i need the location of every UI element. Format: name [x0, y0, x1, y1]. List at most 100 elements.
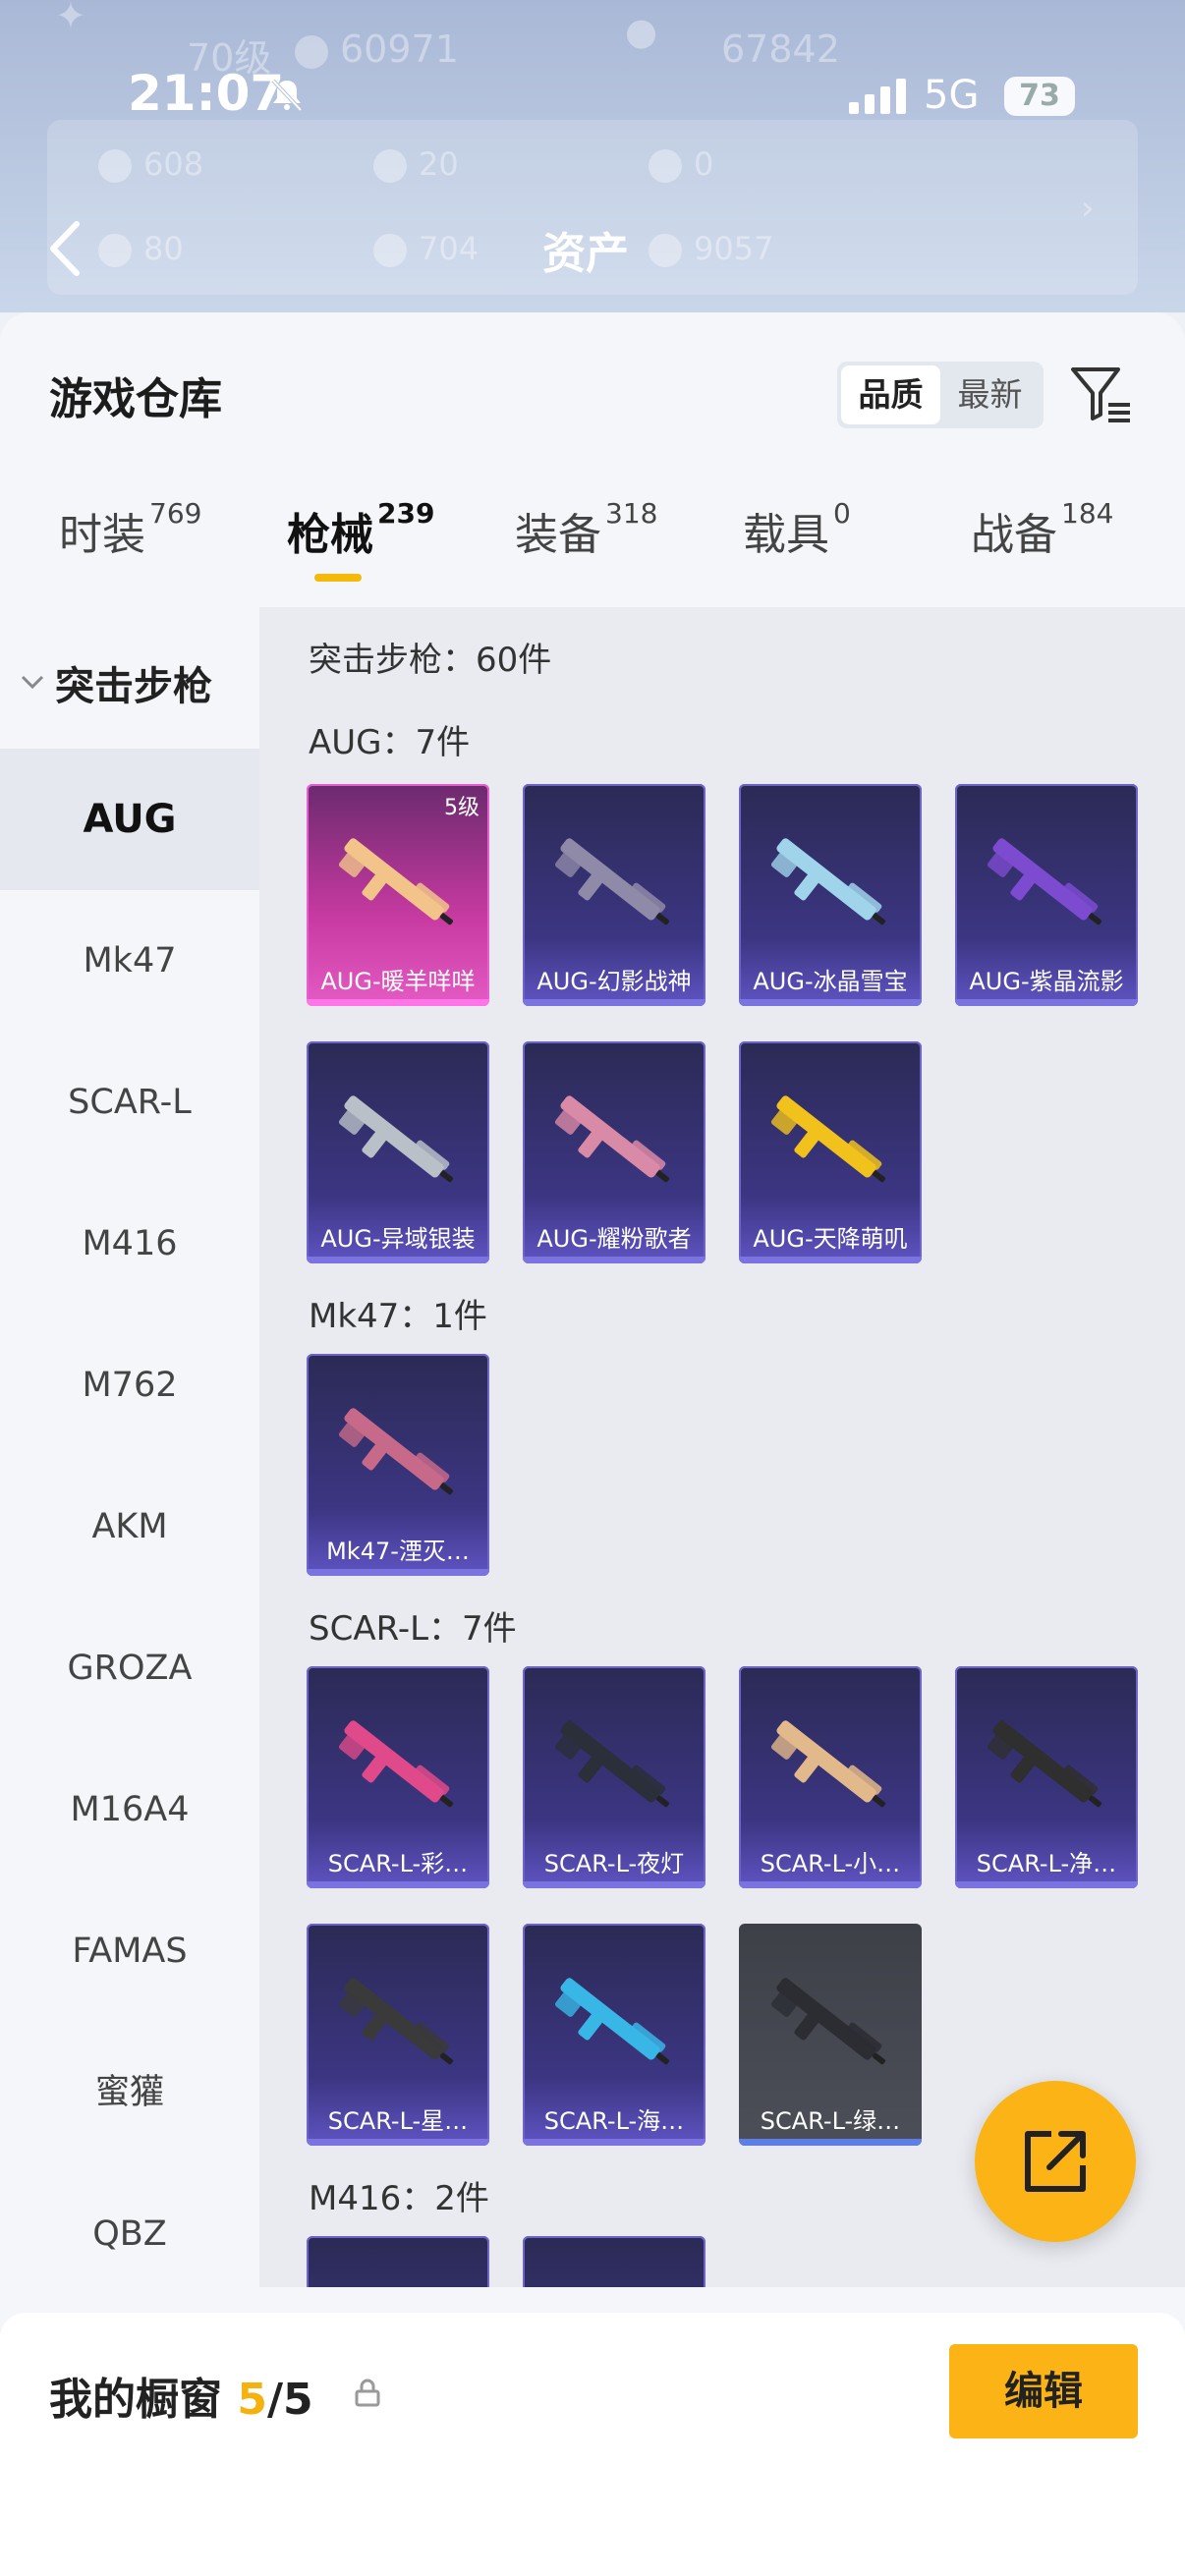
ghost-flame-icon: ● — [625, 10, 658, 53]
side-item[interactable]: 蜜獾 — [0, 2022, 259, 2163]
section-title: M416：2件 — [309, 2179, 489, 2218]
skin-name: SCAR-L-海… — [543, 2107, 685, 2135]
category-summary: 突击步枪：60件 — [309, 641, 552, 680]
skin-card[interactable] — [307, 2236, 489, 2287]
skin-card[interactable]: SCAR-L-海… — [523, 1924, 705, 2146]
side-item[interactable]: M762 — [0, 1315, 259, 1456]
sheet-title: 游戏仓库 — [49, 374, 222, 424]
skin-name: AUG-暖羊咩咩 — [320, 968, 476, 995]
side-item[interactable]: QBZ — [0, 2163, 259, 2305]
rifle-icon — [326, 2266, 470, 2287]
skin-card[interactable]: SCAR-L-绿… — [739, 1924, 922, 2146]
ghost-avatar-icon: ✦ — [55, 0, 86, 37]
skin-card[interactable]: SCAR-L-夜灯 — [523, 1666, 705, 1888]
chevron-down-icon — [21, 675, 44, 690]
section-title: AUG：7件 — [309, 723, 471, 762]
skin-name: AUG-冰晶雪宝 — [753, 968, 908, 995]
section-title: Mk47：1件 — [309, 1297, 487, 1336]
skin-card[interactable] — [523, 2236, 705, 2287]
skin-name: SCAR-L-绿… — [760, 2107, 901, 2135]
rifle-icon — [975, 1696, 1118, 1833]
skin-name: AUG-耀粉歌者 — [536, 1225, 692, 1253]
side-item[interactable]: M16A4 — [0, 1739, 259, 1880]
side-item[interactable]: FAMAS — [0, 1880, 259, 2022]
bell-muted-icon — [271, 79, 303, 112]
tab-vehicles[interactable]: 载具 0 — [743, 497, 851, 607]
skin-card[interactable]: SCAR-L-星… — [307, 1924, 489, 2146]
skin-name: AUG-异域银装 — [320, 1225, 476, 1253]
side-item[interactable]: AKM — [0, 1456, 259, 1597]
skin-name: SCAR-L-星… — [327, 2107, 469, 2135]
skin-name: SCAR-L-净… — [976, 1850, 1117, 1877]
showcase-label: 我的橱窗 5/5 — [49, 2375, 313, 2425]
tab-gear[interactable]: 战备 184 — [971, 497, 1113, 607]
page-title: 资产 — [542, 229, 629, 279]
rifle-icon — [542, 1696, 686, 1833]
ghost-stat: 0 — [649, 145, 713, 183]
tab-underline — [314, 574, 362, 582]
level-badge: 5级 — [444, 796, 480, 820]
filter-icon[interactable] — [1069, 362, 1134, 426]
category-label: 突击步枪 — [55, 664, 212, 709]
skin-card[interactable]: SCAR-L-净… — [955, 1666, 1138, 1888]
side-item[interactable]: M416 — [0, 1173, 259, 1315]
rifle-icon — [759, 1071, 902, 1208]
showcase-total: /5 — [266, 2375, 313, 2425]
status-time: 21:07 — [128, 65, 285, 122]
rifle-icon — [326, 813, 470, 951]
edit-button[interactable]: 编辑 — [949, 2344, 1138, 2438]
skin-card[interactable]: SCAR-L-彩… — [307, 1666, 489, 1888]
rifle-icon — [542, 2266, 686, 2287]
sort-quality-button[interactable]: 品质 — [841, 365, 940, 424]
side-item[interactable]: SCAR-L — [0, 1032, 259, 1173]
skin-name: AUG-天降萌叽 — [753, 1225, 908, 1253]
skin-card[interactable]: AUG-异域银装 — [307, 1041, 489, 1263]
skin-card[interactable]: SCAR-L-小… — [739, 1666, 922, 1888]
tab-guns[interactable]: 枪械 239 — [287, 497, 434, 607]
skin-name: SCAR-L-彩… — [327, 1850, 469, 1877]
ghost-stat: 608 — [98, 145, 203, 183]
lock-icon — [355, 2379, 380, 2407]
side-item[interactable]: AUG — [0, 749, 259, 890]
ghost-stat: 80 — [98, 230, 184, 267]
skin-card[interactable]: AUG-冰晶雪宝 — [739, 784, 922, 1006]
rifle-icon — [975, 813, 1118, 951]
network-type: 5G — [924, 73, 980, 118]
skin-card[interactable]: 5级 AUG-暖羊咩咩 — [307, 784, 489, 1006]
weapon-grid: 突击步枪：60件 AUG：7件 5级 AUG-暖羊咩咩 AUG-幻影战神 AUG-… — [259, 607, 1185, 2287]
rifle-icon — [542, 1953, 686, 2091]
ghost-chevron-icon: › — [1081, 189, 1095, 228]
rifle-icon — [326, 1696, 470, 1833]
rifle-icon — [759, 1696, 902, 1833]
sort-newest-button[interactable]: 最新 — [940, 365, 1040, 424]
sort-toggle: 品质 最新 — [837, 362, 1044, 428]
rifle-icon — [326, 1383, 470, 1521]
share-icon — [1025, 2131, 1086, 2192]
side-item[interactable]: Mk47 — [0, 890, 259, 1032]
skin-card[interactable]: AUG-耀粉歌者 — [523, 1041, 705, 1263]
signal-icon — [849, 79, 906, 114]
rifle-icon — [759, 813, 902, 951]
skin-card[interactable]: AUG-天降萌叽 — [739, 1041, 922, 1263]
weapon-side-nav: 突击步枪 AUG Mk47 SCAR-L M416 M762 AKM GROZA… — [0, 607, 259, 2287]
rifle-icon — [759, 1953, 902, 2091]
skin-name: AUG-紫晶流影 — [969, 968, 1124, 995]
category-tabs: 时装 769 枪械 239 装备 318 载具 0 战备 184 — [0, 497, 1185, 607]
tab-equipment[interactable]: 装备 318 — [515, 497, 657, 607]
rifle-icon — [542, 1071, 686, 1208]
ghost-stat: 9057 — [649, 230, 773, 267]
skin-card[interactable]: AUG-幻影战神 — [523, 784, 705, 1006]
skin-card[interactable]: AUG-紫晶流影 — [955, 784, 1138, 1006]
showcase-count: 5 — [237, 2375, 267, 2425]
category-dropdown[interactable]: 突击步枪 — [20, 654, 212, 711]
back-arrow-icon[interactable] — [45, 218, 85, 279]
side-item[interactable]: GROZA — [0, 1597, 259, 1739]
share-button[interactable] — [975, 2081, 1136, 2242]
ghost-coins: 60971 — [295, 28, 459, 71]
tab-fashion[interactable]: 时装 769 — [59, 497, 201, 607]
skin-name: SCAR-L-小… — [760, 1850, 901, 1877]
rifle-icon — [326, 1071, 470, 1208]
rifle-icon — [542, 813, 686, 951]
header-background: ✦ 70级 60971 ● 67842 608 20 0 80 704 9057… — [0, 0, 1185, 312]
skin-card[interactable]: Mk47-湮灭… — [307, 1354, 489, 1576]
